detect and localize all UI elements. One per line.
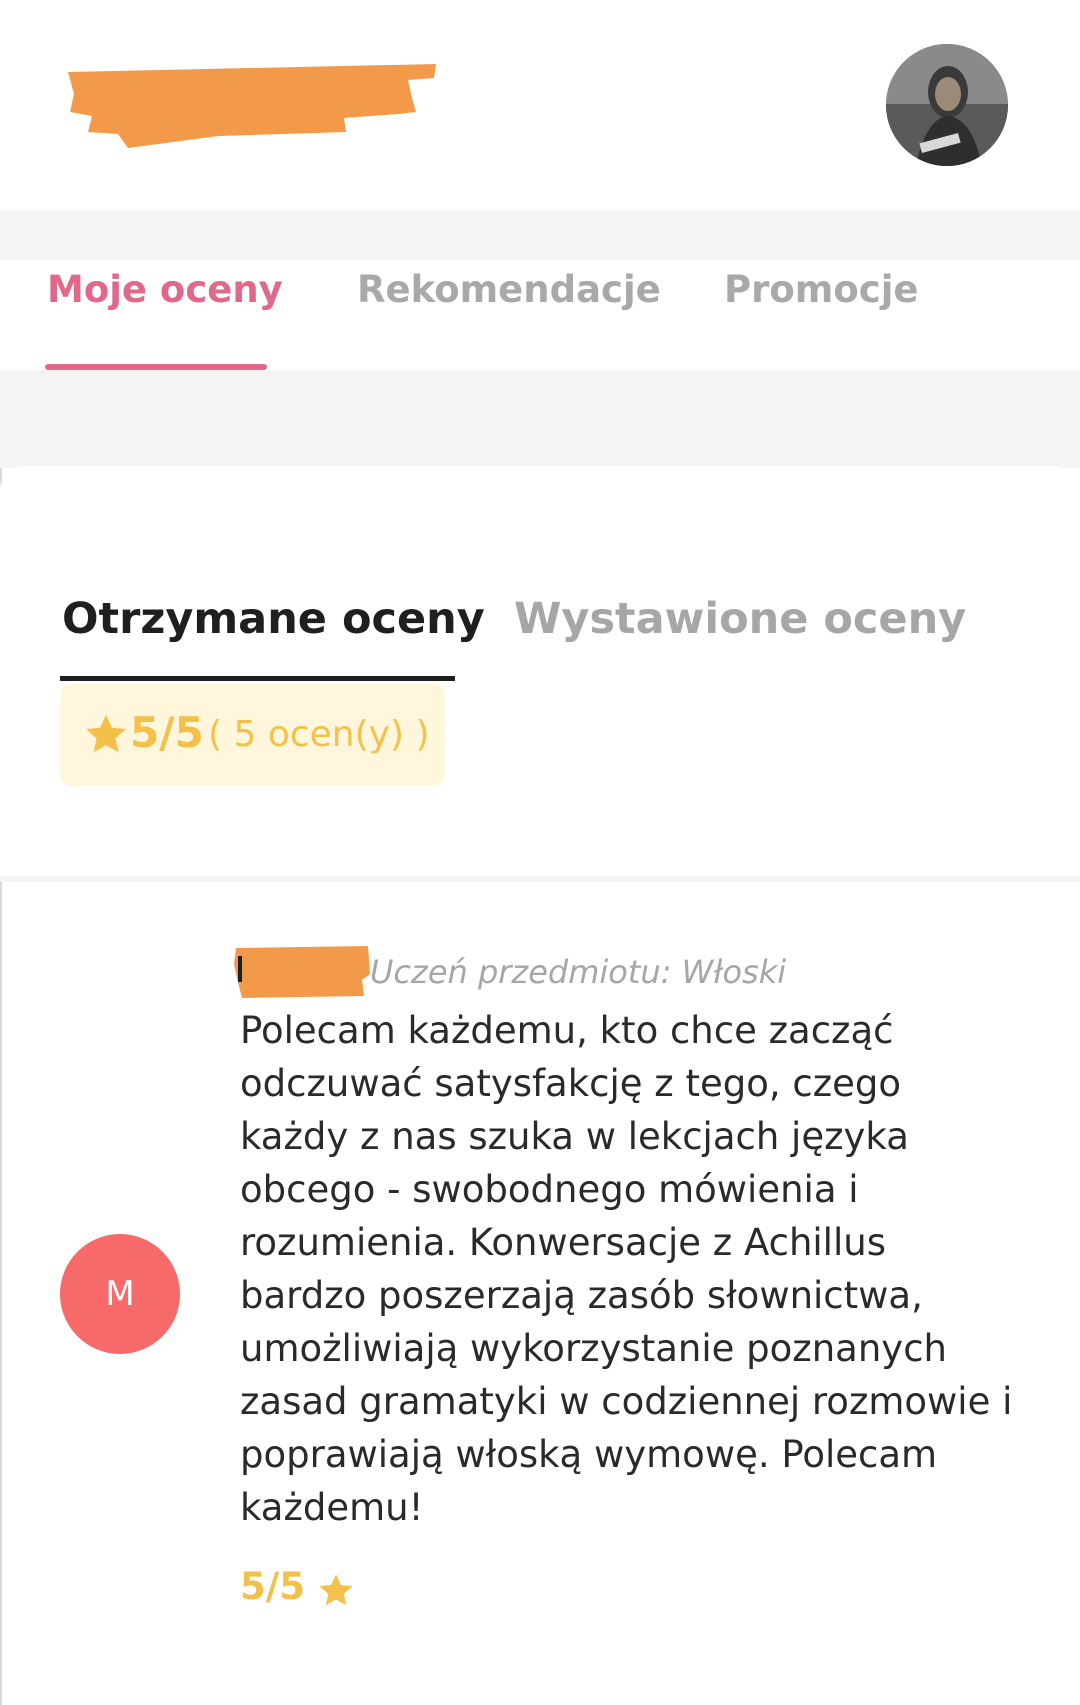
profile-avatar[interactable] [886, 44, 1008, 166]
review-subject: Uczeń przedmiotu: Włoski [370, 953, 787, 991]
tab-wystawione-oceny[interactable]: Wystawione oceny [514, 594, 966, 644]
rating-score: 5/5 [130, 708, 204, 757]
reviewer-avatar: M [60, 1234, 180, 1354]
rating-count: ( 5 ocen(y) ) [208, 714, 430, 755]
active-subtab-indicator [60, 676, 455, 681]
header-separator [0, 210, 1080, 260]
tab-otrzymane-oceny[interactable]: Otrzymane oceny [62, 594, 485, 644]
review-divider [0, 876, 1080, 882]
profile-photo-icon [886, 44, 1008, 166]
tab-promocje[interactable]: Promocje [724, 268, 918, 311]
ratings-page: Moje oceny Rekomendacje Promocje Otrzyma… [0, 0, 1080, 1705]
ratings-card [0, 466, 1076, 876]
tab-rekomendacje[interactable]: Rekomendacje [357, 268, 661, 311]
section-separator [0, 370, 1080, 468]
review-rating: 5/5 [240, 1565, 306, 1608]
redacted-reviewer-name [234, 946, 370, 998]
header [0, 0, 1080, 210]
star-icon [319, 1574, 353, 1606]
review-text: Polecam każdemu, kto chce zacząć odczuwa… [240, 1009, 1013, 1529]
redacted-logo [68, 64, 436, 148]
rating-summary-badge: 5/5 ( 5 ocen(y) ) [60, 684, 445, 786]
tab-moje-oceny[interactable]: Moje oceny [47, 268, 283, 311]
star-icon [86, 714, 126, 753]
